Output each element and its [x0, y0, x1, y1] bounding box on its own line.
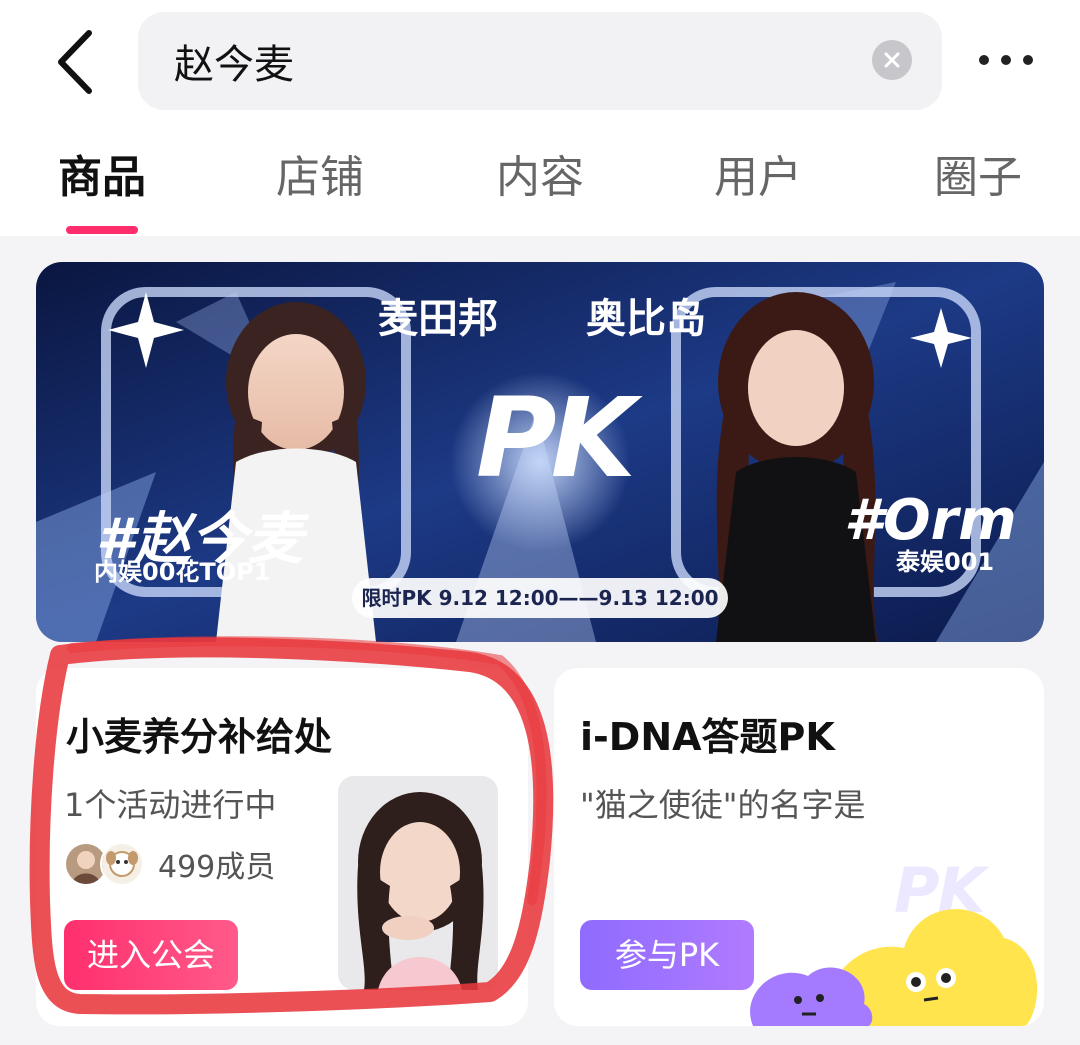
guild-thumbnail — [338, 776, 498, 990]
banner-sub-right: 泰娱001 — [896, 548, 995, 576]
quiz-pk-card[interactable]: i-DNA答题PK "猫之使徒"的名字是 PK 参与PK — [554, 668, 1044, 1026]
banner-time-range: 限时PK 9.12 12:00——9.13 12:00 — [352, 578, 728, 618]
tab-circles[interactable]: 圈子 — [898, 148, 1058, 208]
tab-products[interactable]: 商品 — [22, 148, 182, 208]
search-box[interactable] — [138, 12, 942, 110]
tab-users[interactable]: 用户 — [678, 148, 838, 208]
back-button[interactable] — [40, 24, 110, 100]
search-header — [0, 0, 1080, 120]
back-arrow-icon — [58, 30, 92, 94]
avatar — [100, 842, 144, 886]
banner-sub-left: 内娱00花TOP1 — [94, 558, 271, 586]
join-pk-button[interactable]: 参与PK — [580, 920, 754, 990]
join-guild-button[interactable]: 进入公会 — [64, 920, 238, 990]
more-icon — [979, 55, 1033, 65]
member-count: 499成员 — [158, 850, 276, 885]
active-tab-indicator — [66, 226, 138, 234]
search-input[interactable] — [174, 12, 854, 110]
clear-icon — [884, 52, 900, 68]
quiz-title: i-DNA答题PK — [580, 715, 835, 759]
mascot-illustration — [744, 878, 1044, 1026]
clear-search-button[interactable] — [872, 40, 912, 80]
guild-members: 499成员 — [64, 842, 275, 886]
search-tabs: 商品 店铺 内容 用户 圈子 — [0, 120, 1080, 236]
guild-title: 小麦养分补给处 — [66, 715, 333, 759]
guild-activity: 1个活动进行中 — [64, 786, 277, 824]
banner-team-left: 麦田邦 — [378, 296, 498, 342]
tab-content[interactable]: 内容 — [460, 148, 620, 208]
banner-team-right: 奥比岛 — [586, 296, 706, 342]
banner-pk-mark: PK — [476, 374, 636, 502]
pk-event-banner[interactable]: 麦田邦 奥比岛 PK #赵今麦 内娱00花TOP1 #Orm 泰娱001 限时P… — [36, 262, 1044, 642]
more-button[interactable] — [966, 38, 1046, 82]
quiz-question: "猫之使徒"的名字是 — [580, 786, 866, 824]
guild-card[interactable]: 小麦养分补给处 1个活动进行中 499成员 进入公会 — [36, 668, 528, 1026]
tab-shops[interactable]: 店铺 — [240, 148, 400, 208]
